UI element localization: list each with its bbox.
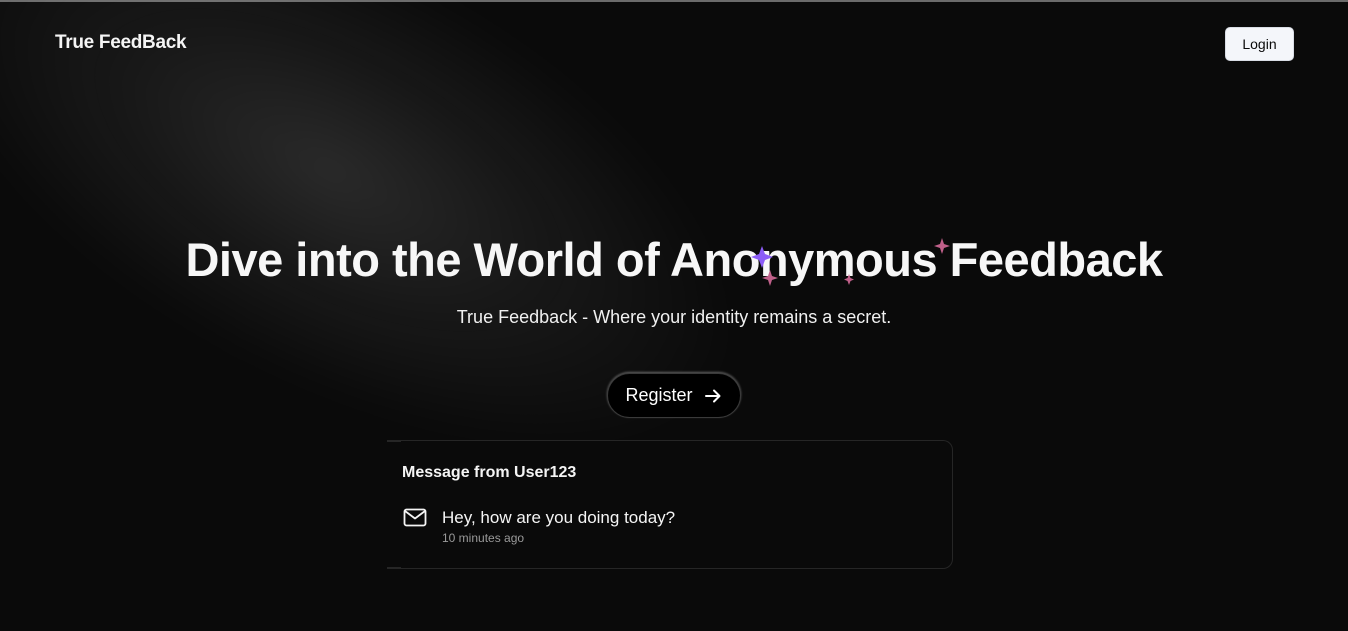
hero-subtitle: True Feedback - Where your identity rema…: [456, 307, 892, 327]
message-time: 10 minutes ago: [442, 531, 525, 545]
message-text: Hey, how are you doing today?: [442, 508, 676, 527]
arrow-right-icon: [704, 389, 721, 402]
navbar: True FeedBack Login: [0, 2, 1348, 84]
login-button[interactable]: Login: [1225, 27, 1294, 61]
message-card: Message from User123 Hey, how are you do…: [387, 440, 953, 569]
message-card-title: Message from User123: [402, 464, 577, 481]
landing-page: True FeedBack Login Dive into the World …: [0, 0, 1348, 631]
brand-logo[interactable]: True FeedBack: [55, 32, 187, 54]
hero-title: Dive into the World of Anonymous Feedbac…: [185, 233, 1163, 286]
mail-icon: [403, 508, 427, 527]
register-button[interactable]: Register: [607, 373, 741, 418]
register-label: Register: [625, 385, 693, 405]
